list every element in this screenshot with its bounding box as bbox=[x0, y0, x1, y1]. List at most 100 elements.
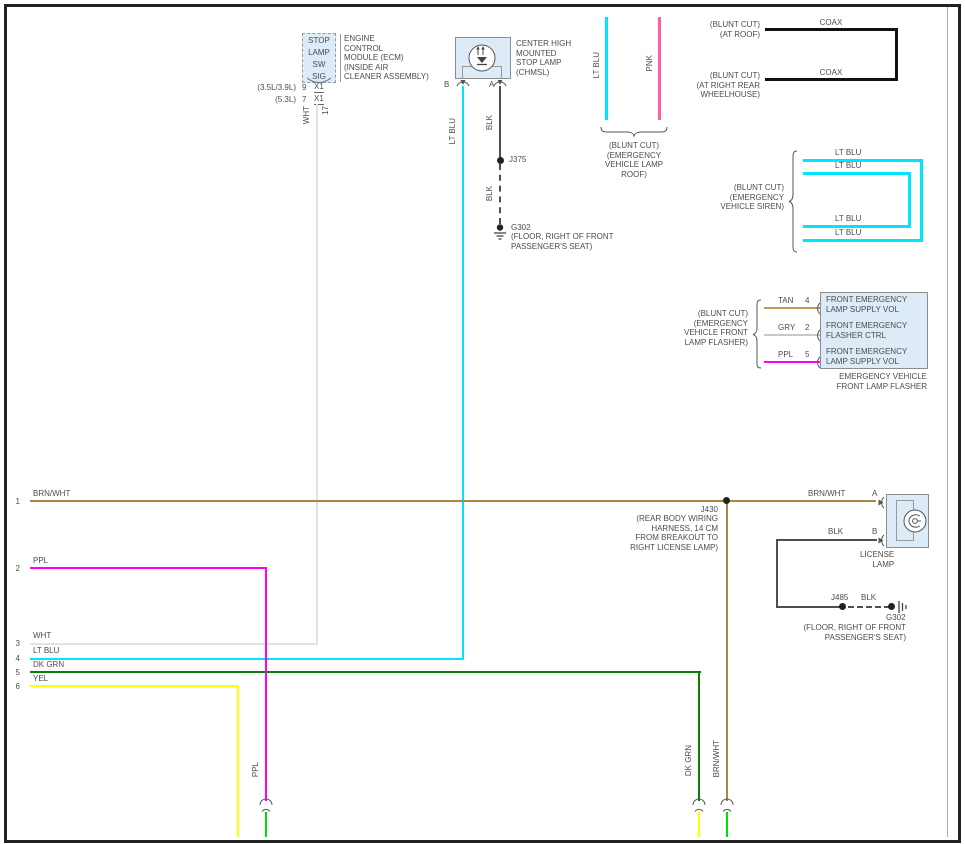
coax-bottom-note: (BLUNT CUT) (AT RIGHT REAR WHEELHOUSE) bbox=[660, 71, 760, 100]
inner-border-line bbox=[947, 7, 948, 837]
ground-g302-license-label: G302 bbox=[886, 613, 906, 623]
coax-top-note: (BLUNT CUT) (AT ROOF) bbox=[660, 20, 760, 39]
wire-ppl-vertical bbox=[265, 567, 267, 801]
wire-circuit-17-label: 17 bbox=[321, 106, 330, 115]
wire-ppl-label: PPL bbox=[778, 350, 793, 360]
ground-symbol-chmsl bbox=[493, 224, 507, 240]
chmsl-title: CENTER HIGH MOUNTED STOP LAMP (CHMSL) bbox=[516, 39, 571, 77]
license-pin-a-arc bbox=[877, 496, 885, 509]
splice-j375-label: J375 bbox=[509, 155, 526, 165]
ecm-conn-x1-a: X1 bbox=[314, 82, 324, 93]
wire-siren-vert-inner bbox=[908, 172, 911, 228]
wire-yel-vertical bbox=[237, 685, 239, 837]
wire-tan-label: TAN bbox=[778, 296, 793, 306]
wire-wht-label: WHT bbox=[302, 106, 311, 124]
wire-coax-vertical bbox=[895, 28, 898, 81]
flasher-fn-3: FRONT EMERGENCY LAMP SUPPLY VOL bbox=[826, 347, 907, 367]
wire-grn-bottom-left bbox=[265, 812, 267, 837]
wire-ppl-flasher bbox=[764, 361, 820, 363]
wire-wht-vertical bbox=[316, 104, 318, 645]
wire-gry bbox=[764, 334, 820, 336]
bus-num-1: 1 bbox=[8, 497, 20, 507]
ground-g302-location: (FLOOR, RIGHT OF FRONT PASSENGER'S SEAT) bbox=[511, 232, 614, 251]
flasher-blunt-note: (BLUNT CUT) (EMERGENCY VEHICLE FRONT LAM… bbox=[635, 309, 748, 347]
wire-ppl-horizontal bbox=[30, 567, 267, 569]
led-lamp-icon bbox=[467, 42, 497, 72]
flasher-fn-2: FRONT EMERGENCY FLASHER CTRL bbox=[826, 321, 907, 341]
roof-brace bbox=[600, 126, 668, 137]
chmsl-pin-b-arc bbox=[456, 78, 470, 86]
splice-j430-note: (REAR BODY WIRING HARNESS, 14 CM FROM BR… bbox=[600, 514, 718, 552]
ecm-engine1-label: (3.5L/3.9L) bbox=[238, 83, 296, 93]
flasher-pin-4: 4 bbox=[805, 296, 809, 306]
bulb-lamp-icon bbox=[902, 508, 928, 534]
splice-j375-dot bbox=[497, 157, 504, 164]
roof-blunt-note: (BLUNT CUT) (EMERGENCY VEHICLE LAMP ROOF… bbox=[597, 141, 671, 179]
inline-connector-dkgrn bbox=[692, 799, 706, 812]
wire-brnwht-vertical bbox=[726, 500, 728, 801]
splice-j485-label: J485 bbox=[831, 593, 848, 603]
siren-blunt-note: (BLUNT CUT) (EMERGENCY VEHICLE SIREN) bbox=[664, 183, 784, 212]
wire-blk-dashed-vertical bbox=[499, 164, 501, 224]
wire-dkgrn-vertical bbox=[698, 671, 700, 801]
flasher-pin-5: 5 bbox=[805, 350, 809, 360]
bus-num-6: 6 bbox=[8, 682, 20, 692]
ecm-box-label: STOP LAMP SW SIG bbox=[302, 35, 336, 83]
wire-siren-2-label: LT BLU bbox=[835, 161, 861, 171]
wire-yel-bottom-right bbox=[698, 812, 700, 837]
inline-connector-ppl bbox=[259, 799, 273, 812]
ecm-pin7: 7 bbox=[302, 95, 306, 105]
wire-blk-license-vertical bbox=[776, 539, 778, 608]
wire-blk-vertical bbox=[499, 86, 501, 160]
ecm-engine2-label: (5.3L) bbox=[238, 95, 296, 105]
wiring-diagram: STOP LAMP SW SIG ENGINE CONTROL MODULE (… bbox=[0, 0, 965, 844]
flasher-fn-1: FRONT EMERGENCY LAMP SUPPLY VOL bbox=[826, 295, 907, 315]
ecm-conn-x1-b: X1 bbox=[314, 94, 324, 105]
wire-ltblu-label: LT BLU bbox=[448, 118, 457, 144]
wire-brnwht-horizontal bbox=[30, 500, 876, 502]
wire-blk-dashed-horizontal bbox=[848, 606, 890, 608]
wire-dkgrn-vertical-label: DK GRN bbox=[684, 745, 693, 776]
wire-ltblu-roof-label: LT BLU bbox=[592, 52, 601, 78]
ecm-pin9: 9 bbox=[302, 83, 306, 93]
ecm-title: ENGINE CONTROL MODULE (ECM) (INSIDE AIR … bbox=[340, 34, 429, 82]
wire-siren-4-label: LT BLU bbox=[835, 228, 861, 238]
wire-blk-label-upper: BLK bbox=[485, 115, 494, 130]
wire-grn-bottom-right bbox=[726, 812, 728, 837]
bus-label-3: WHT bbox=[33, 631, 51, 641]
wire-siren-1 bbox=[803, 159, 923, 162]
chmsl-pin-b: B bbox=[444, 80, 449, 90]
coax-top-label: COAX bbox=[800, 18, 862, 28]
wire-wht-horizontal bbox=[30, 643, 318, 645]
coax-bottom-label: COAX bbox=[800, 68, 862, 78]
ground-symbol-license bbox=[897, 600, 909, 614]
wire-siren-1-label: LT BLU bbox=[835, 148, 861, 158]
wire-brnwht-license-label: BRN/WHT bbox=[808, 489, 845, 499]
diagram-border bbox=[4, 4, 961, 843]
wire-ltblu-chmsl-vertical bbox=[462, 86, 464, 660]
wire-pnk-label: PNK bbox=[645, 55, 654, 71]
ground-g302-license-location: (FLOOR, RIGHT OF FRONT PASSENGER'S SEAT) bbox=[756, 623, 906, 642]
wire-blk-license-horizontal bbox=[776, 539, 877, 541]
chmsl-pin-a-arc bbox=[493, 78, 507, 86]
wire-siren-4 bbox=[803, 239, 923, 242]
bus-label-6: YEL bbox=[33, 674, 48, 684]
bus-num-3: 3 bbox=[8, 639, 20, 649]
bus-num-5: 5 bbox=[8, 668, 20, 678]
wire-yel-horizontal bbox=[30, 685, 239, 687]
wire-blk-to-j485 bbox=[776, 606, 843, 608]
siren-brace bbox=[788, 150, 798, 253]
bus-num-4: 4 bbox=[8, 654, 20, 664]
wire-siren-vert-outer bbox=[920, 159, 923, 242]
wire-gry-label: GRY bbox=[778, 323, 795, 333]
bus-num-2: 2 bbox=[8, 564, 20, 574]
wire-coax-top bbox=[765, 28, 898, 31]
bus-label-2: PPL bbox=[33, 556, 48, 566]
license-pin-b-arc bbox=[877, 534, 885, 547]
inline-connector-brnwht bbox=[720, 799, 734, 812]
bus-label-4: LT BLU bbox=[33, 646, 59, 656]
wire-ppl-vertical-label: PPL bbox=[251, 762, 260, 777]
wire-blk-dashed-label: BLK bbox=[861, 593, 876, 603]
license-lamp-title: LICENSE LAMP bbox=[860, 550, 894, 569]
wire-blk-license-label: BLK bbox=[828, 527, 843, 537]
